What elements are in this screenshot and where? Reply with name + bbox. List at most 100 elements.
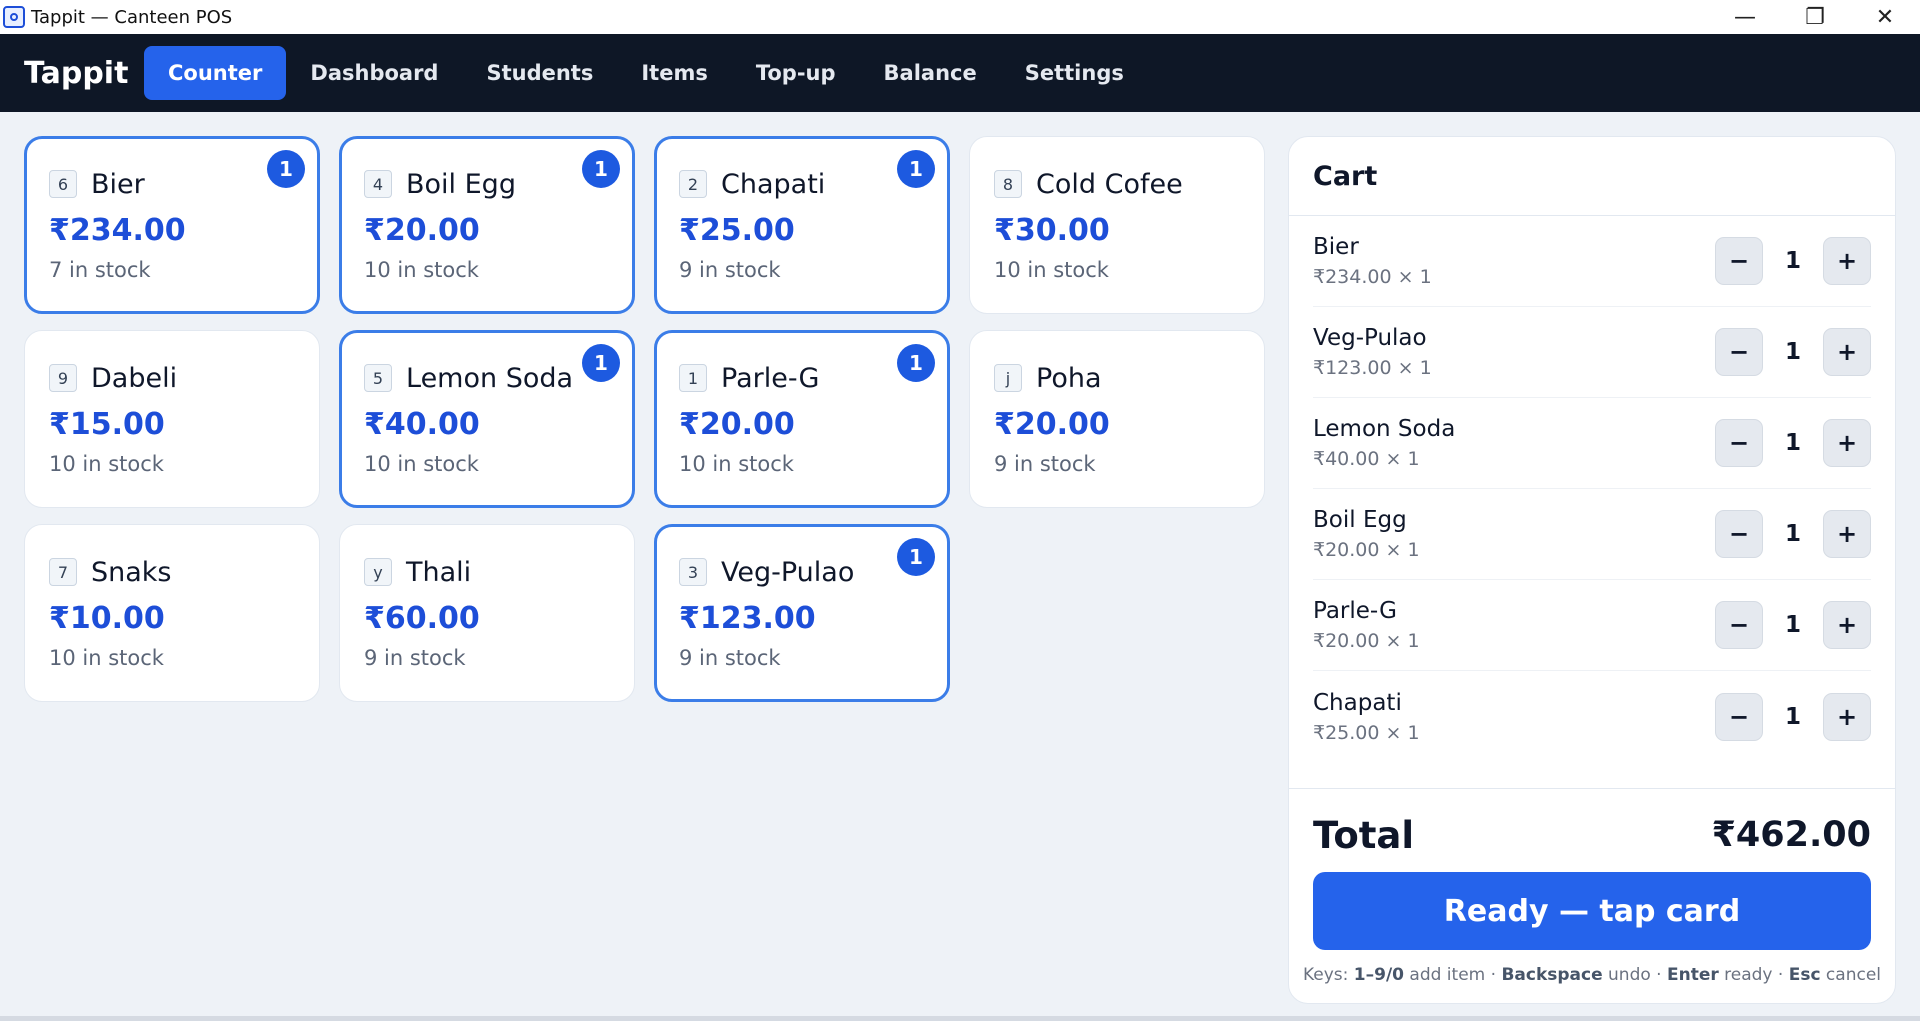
- cart-item-info: Parle-G ₹20.00 × 1: [1313, 598, 1715, 652]
- cart-item-info: Veg-Pulao ₹123.00 × 1: [1313, 325, 1715, 379]
- item-stock: 10 in stock: [994, 258, 1109, 282]
- item-name: Veg-Pulao: [721, 556, 855, 588]
- cart-item-name: Boil Egg: [1313, 507, 1407, 533]
- total-label: Total: [1313, 813, 1415, 857]
- increase-button[interactable]: +: [1823, 601, 1871, 649]
- cart-qty-badge: 1: [267, 150, 305, 188]
- decrease-button[interactable]: −: [1715, 692, 1763, 741]
- tab-counter[interactable]: Counter: [144, 46, 287, 100]
- item-stock: 9 in stock: [994, 452, 1096, 476]
- item-card[interactable]: y Thali ₹60.00 9 in stock: [339, 524, 635, 702]
- item-stock: 9 in stock: [679, 258, 781, 282]
- item-card[interactable]: 4 Boil Egg ₹20.00 10 in stock 1: [339, 136, 635, 314]
- cart-qty-badge: 1: [897, 150, 935, 188]
- increase-button[interactable]: +: [1823, 692, 1871, 741]
- item-name: Parle-G: [721, 362, 820, 394]
- decrease-button[interactable]: −: [1715, 510, 1763, 558]
- item-card[interactable]: 5 Lemon Soda ₹40.00 10 in stock 1: [339, 330, 635, 508]
- item-card[interactable]: 9 Dabeli ₹15.00 10 in stock: [24, 330, 320, 508]
- item-card-header: 6 Bier: [49, 167, 295, 201]
- item-card-header: 9 Dabeli: [49, 361, 295, 395]
- shortcut-key-badge: 4: [364, 170, 392, 198]
- cart-row: Boil Egg ₹20.00 × 1 −1 +: [1313, 489, 1871, 580]
- item-name: Cold Cofee: [1036, 168, 1183, 200]
- item-price: ₹15.00: [49, 407, 165, 442]
- quantity-stepper: −1 +: [1715, 419, 1871, 467]
- cart-row: Chapati ₹25.00 × 1 −1 +: [1313, 671, 1871, 762]
- item-price: ₹30.00: [994, 213, 1110, 248]
- item-stock: 10 in stock: [364, 258, 479, 282]
- shortcut-key-badge: 6: [49, 170, 77, 198]
- item-card[interactable]: 8 Cold Cofee ₹30.00 10 in stock: [969, 136, 1265, 314]
- item-card[interactable]: j Poha ₹20.00 9 in stock: [969, 330, 1265, 508]
- increase-button[interactable]: +: [1823, 419, 1871, 467]
- tab-items[interactable]: Items: [617, 46, 731, 100]
- quantity-value: 1: [1784, 521, 1801, 547]
- item-card[interactable]: 1 Parle-G ₹20.00 10 in stock 1: [654, 330, 950, 508]
- item-name: Chapati: [721, 168, 826, 200]
- window-title: Tappit — Canteen POS: [31, 6, 233, 28]
- cart-row: Parle-G ₹20.00 × 1 −1 +: [1313, 580, 1871, 671]
- hint-key-add: 1–9/0: [1353, 965, 1404, 985]
- item-card-header: y Thali: [364, 555, 610, 589]
- quantity-stepper: −1 +: [1715, 601, 1871, 649]
- item-card[interactable]: 7 Snaks ₹10.00 10 in stock: [24, 524, 320, 702]
- item-price: ₹123.00: [679, 601, 816, 636]
- total-row: Total ₹462.00: [1313, 805, 1871, 865]
- decrease-button[interactable]: −: [1715, 328, 1763, 376]
- decrease-button[interactable]: −: [1715, 237, 1763, 285]
- quantity-value: 1: [1784, 339, 1801, 365]
- tab-students[interactable]: Students: [462, 46, 617, 100]
- cart-item-name: Lemon Soda: [1313, 416, 1456, 442]
- total-value: ₹462.00: [1711, 815, 1871, 855]
- close-icon[interactable]: ✕: [1850, 0, 1920, 34]
- hint-cancel-text: cancel: [1820, 965, 1882, 985]
- hint-ready-text: ready ·: [1718, 965, 1789, 985]
- item-card[interactable]: 3 Veg-Pulao ₹123.00 9 in stock 1: [654, 524, 950, 702]
- item-price: ₹40.00: [364, 407, 480, 442]
- shortcut-key-badge: 1: [679, 364, 707, 392]
- hint-key-ready: Enter: [1666, 965, 1719, 985]
- nav-tabs: Counter Dashboard Students Items Top-up Balan…: [144, 46, 1148, 100]
- cart-title: Cart: [1289, 137, 1895, 216]
- window-controls: — ❐ ✕: [1710, 0, 1920, 34]
- cart-row: Lemon Soda ₹40.00 × 1 −1 +: [1313, 398, 1871, 489]
- tab-balance[interactable]: Balance: [860, 46, 1001, 100]
- item-card-header: 2 Chapati: [679, 167, 925, 201]
- cart-row: Veg-Pulao ₹123.00 × 1 −1 +: [1313, 307, 1871, 398]
- item-card[interactable]: 2 Chapati ₹25.00 9 in stock 1: [654, 136, 950, 314]
- decrease-button[interactable]: −: [1715, 419, 1763, 467]
- cart-panel: Cart Bier ₹234.00 × 1−1 + Veg-Pulao ₹123.00 …: [1288, 136, 1896, 1004]
- cart-item-name: Chapati: [1313, 689, 1402, 716]
- decrease-button[interactable]: −: [1715, 601, 1763, 649]
- shortcut-key-badge: 8: [994, 170, 1022, 198]
- increase-button[interactable]: +: [1823, 510, 1871, 558]
- cart-qty-badge: 1: [582, 150, 620, 188]
- keyboard-hint: Keys: 1–9/0 add item · Backspace undo · …: [1289, 965, 1895, 985]
- item-price: ₹60.00: [364, 601, 480, 636]
- taskbar-edge: [0, 1016, 1920, 1021]
- restore-icon[interactable]: ❐: [1780, 0, 1850, 34]
- cart-item-info: Chapati ₹25.00 × 1: [1313, 690, 1715, 744]
- item-price: ₹10.00: [49, 601, 165, 636]
- item-price: ₹20.00: [994, 407, 1110, 442]
- top-nav: Tappit Counter Dashboard Students Items Top-…: [0, 34, 1920, 112]
- quantity-value: 1: [1784, 248, 1801, 274]
- item-price: ₹234.00: [49, 213, 186, 248]
- hint-add-text: add item ·: [1404, 965, 1502, 985]
- tab-dashboard[interactable]: Dashboard: [286, 46, 462, 100]
- increase-button[interactable]: +: [1823, 237, 1871, 285]
- item-card-header: 1 Parle-G: [679, 361, 925, 395]
- item-card[interactable]: 6 Bier ₹234.00 7 in stock 1: [24, 136, 320, 314]
- ready-button[interactable]: Ready — tap card: [1313, 872, 1871, 950]
- tab-top-up[interactable]: Top-up: [732, 46, 860, 100]
- increase-button[interactable]: +: [1823, 328, 1871, 376]
- minimize-icon[interactable]: —: [1710, 0, 1780, 34]
- cart-item-detail: ₹40.00 × 1: [1313, 448, 1420, 470]
- cart-qty-badge: 1: [897, 538, 935, 576]
- tab-settings[interactable]: Settings: [1001, 46, 1148, 100]
- quantity-stepper: −1 +: [1715, 510, 1871, 558]
- item-card-header: 8 Cold Cofee: [994, 167, 1240, 201]
- app-icon: [3, 6, 25, 28]
- cart-item-detail: ₹20.00 × 1: [1313, 630, 1420, 652]
